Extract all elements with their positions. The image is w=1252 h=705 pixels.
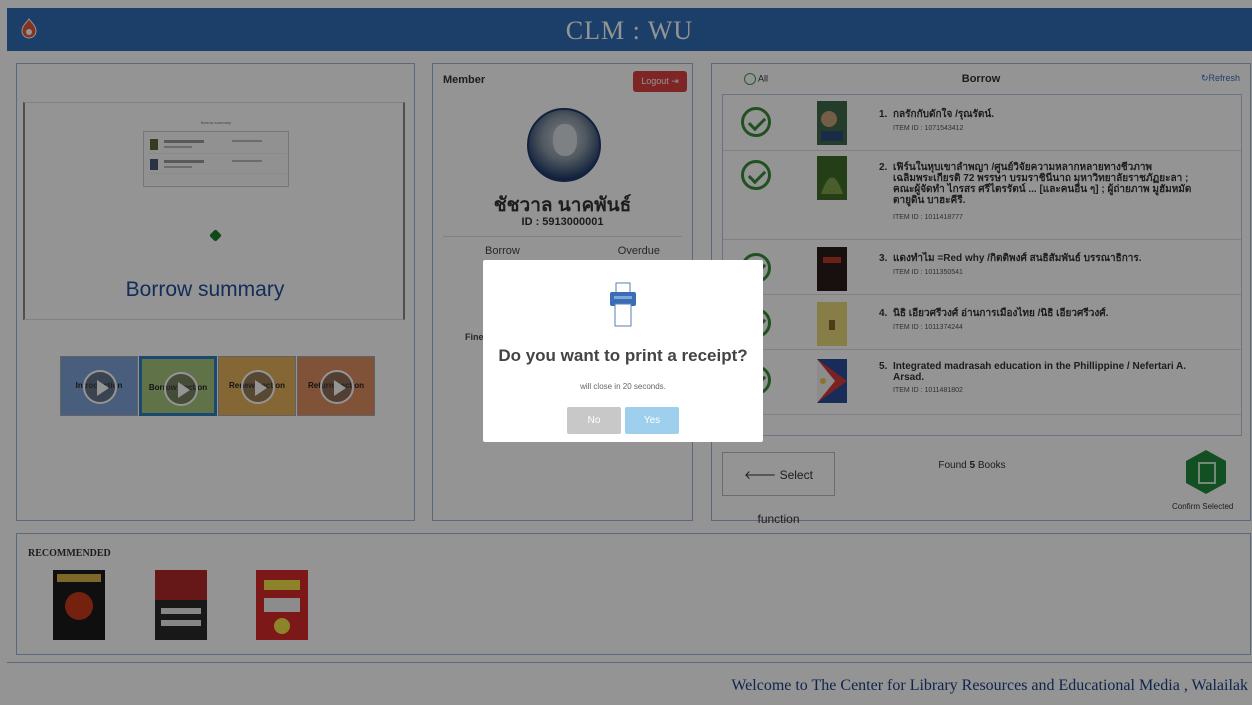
- dialog-question: Do you want to print a receipt?: [498, 346, 748, 365]
- yes-button[interactable]: Yes: [625, 407, 679, 434]
- dialog-countdown: will close in 20 seconds.: [580, 382, 666, 391]
- printer-icon: [610, 282, 636, 327]
- print-receipt-dialog: Do you want to print a receipt? will clo…: [483, 260, 763, 442]
- no-button[interactable]: No: [567, 407, 621, 434]
